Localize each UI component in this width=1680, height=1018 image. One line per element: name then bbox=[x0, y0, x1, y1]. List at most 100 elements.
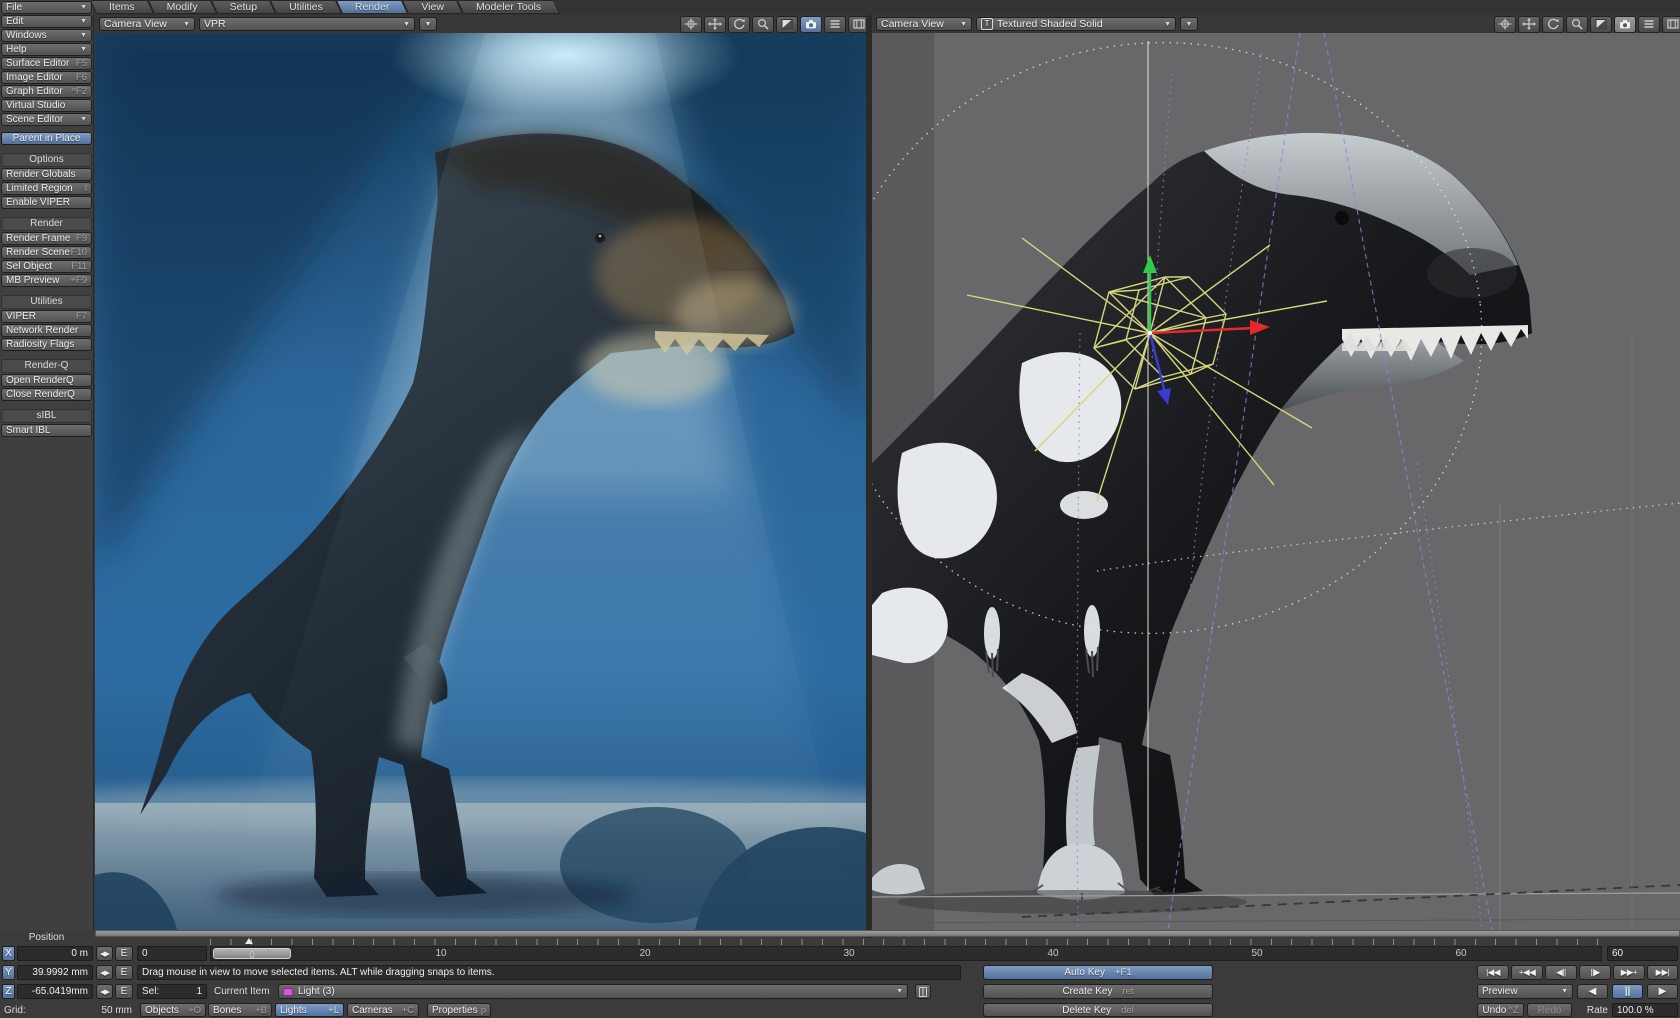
cameras-mode-button[interactable]: Cameras+C bbox=[347, 1003, 419, 1017]
smart-ibl-button[interactable]: Smart IBL bbox=[1, 424, 92, 437]
tab-utilities[interactable]: Utilities bbox=[276, 0, 336, 14]
redo-button[interactable]: Redo bbox=[1527, 1003, 1572, 1017]
step-back-button[interactable]: ◀|| bbox=[1545, 965, 1577, 980]
zoom-button[interactable] bbox=[752, 16, 774, 33]
timeline-ruler[interactable]: 0 10 20 30 40 50 60 bbox=[210, 946, 1602, 961]
render-scene-button[interactable]: Render SceneF10 bbox=[1, 246, 92, 259]
radiosity-flags-button[interactable]: Radiosity Flags bbox=[1, 338, 92, 351]
play-forward-button[interactable]: ▶ bbox=[1647, 984, 1678, 999]
pause-button[interactable]: || bbox=[1612, 984, 1643, 999]
position-x-field[interactable]: 0 m bbox=[17, 946, 93, 961]
camera-view-button[interactable] bbox=[1614, 16, 1636, 33]
graph-editor-button[interactable]: Graph Editor^F2 bbox=[1, 85, 92, 98]
image-editor-button[interactable]: Image EditorF6 bbox=[1, 71, 92, 84]
right-view-type-dropdown[interactable]: Camera View▼ bbox=[876, 17, 972, 31]
envelope-y-button[interactable]: E bbox=[115, 965, 133, 980]
previous-keyframe-button[interactable]: +◀◀ bbox=[1511, 965, 1543, 980]
delete-key-button[interactable]: Delete Keydel bbox=[983, 1003, 1213, 1017]
left-viewport-options-dropdown[interactable]: ▼ bbox=[419, 17, 437, 31]
minmax-viewport-button[interactable] bbox=[1590, 16, 1612, 33]
dope-track-button[interactable] bbox=[915, 984, 931, 999]
pan-button[interactable] bbox=[704, 16, 726, 33]
tab-modeler-tools[interactable]: Modeler Tools bbox=[463, 0, 554, 14]
envelope-x-button[interactable]: E bbox=[115, 946, 133, 961]
sel-value: 1 bbox=[196, 986, 202, 997]
current-frame-field[interactable]: 0 bbox=[137, 946, 207, 961]
viper-button[interactable]: VIPERF7 bbox=[1, 310, 92, 323]
surface-editor-button[interactable]: Surface EditorF5 bbox=[1, 57, 92, 70]
viewport-list-button[interactable] bbox=[824, 16, 846, 33]
right-viewport-opengl[interactable] bbox=[872, 33, 1680, 930]
pan-button[interactable] bbox=[1518, 16, 1540, 33]
menu-windows[interactable]: Windows▼ bbox=[1, 29, 92, 42]
center-item-button[interactable] bbox=[680, 16, 702, 33]
lights-mode-button[interactable]: Lights+L bbox=[275, 1003, 344, 1017]
nudge-x-button[interactable]: ◀▶ bbox=[96, 946, 113, 961]
right-viewport-options-dropdown[interactable]: ▼ bbox=[1180, 17, 1198, 31]
tab-setup[interactable]: Setup bbox=[217, 0, 270, 14]
zoom-button[interactable] bbox=[1566, 16, 1588, 33]
tab-view[interactable]: View bbox=[408, 0, 457, 14]
step-forward-button[interactable]: ||▶ bbox=[1579, 965, 1611, 980]
horizontal-scrollbar[interactable] bbox=[95, 930, 1680, 937]
objects-mode-button[interactable]: Objects+O bbox=[140, 1003, 206, 1017]
parent-in-place-button[interactable]: Parent in Place bbox=[1, 132, 92, 145]
render-frame-button[interactable]: Render FrameF9 bbox=[1, 232, 92, 245]
enable-viper-button[interactable]: Enable VIPER bbox=[1, 196, 92, 209]
scene-editor-button[interactable]: Scene Editor▼ bbox=[1, 113, 92, 126]
bones-mode-button[interactable]: Bones+B bbox=[208, 1003, 272, 1017]
network-render-button[interactable]: Network Render bbox=[1, 324, 92, 337]
next-keyframe-button[interactable]: ▶▶+ bbox=[1613, 965, 1645, 980]
position-panel-title: Position bbox=[0, 930, 93, 944]
center-item-button[interactable] bbox=[1494, 16, 1516, 33]
end-frame-field[interactable]: 60 bbox=[1607, 946, 1678, 961]
frame-slider-handle[interactable]: 0 bbox=[213, 948, 291, 959]
left-view-type-dropdown[interactable]: Camera View▼ bbox=[99, 17, 195, 31]
open-renderq-button[interactable]: Open RenderQ bbox=[1, 374, 92, 387]
properties-button[interactable]: Propertiesp bbox=[427, 1003, 491, 1017]
mb-preview-button[interactable]: MB Preview+F9 bbox=[1, 274, 92, 287]
axis-z-chip[interactable]: Z bbox=[2, 984, 15, 999]
button-label: Parent in Place bbox=[13, 133, 81, 145]
axis-y-chip[interactable]: Y bbox=[2, 965, 15, 980]
tab-render[interactable]: Render bbox=[342, 0, 402, 14]
nudge-y-button[interactable]: ◀▶ bbox=[96, 965, 113, 980]
menu-file[interactable]: File▼ bbox=[1, 1, 92, 14]
rate-value: 100.0 % bbox=[1617, 1005, 1654, 1016]
create-key-button[interactable]: Create Keyret bbox=[983, 984, 1213, 999]
left-viewport-vpr[interactable] bbox=[95, 33, 866, 930]
sel-object-button[interactable]: Sel ObjectF11 bbox=[1, 260, 92, 273]
left-render-mode-dropdown[interactable]: VPR▼ bbox=[199, 17, 415, 31]
shortcut-key: +O bbox=[188, 1005, 201, 1016]
rotate-button[interactable] bbox=[728, 16, 750, 33]
render-globals-button[interactable]: Render Globals bbox=[1, 168, 92, 181]
viewport-list-button[interactable] bbox=[1638, 16, 1660, 33]
virtual-studio-button[interactable]: Virtual Studio bbox=[1, 99, 92, 112]
preview-dropdown[interactable]: Preview▼ bbox=[1477, 984, 1573, 999]
menu-edit[interactable]: Edit▼ bbox=[1, 15, 92, 28]
frame-range-button[interactable] bbox=[1662, 16, 1680, 33]
close-renderq-button[interactable]: Close RenderQ bbox=[1, 388, 92, 401]
envelope-z-button[interactable]: E bbox=[115, 984, 133, 999]
rate-field[interactable]: 100.0 % bbox=[1612, 1003, 1678, 1017]
current-item-dropdown[interactable]: Light (3) ▼ bbox=[278, 984, 908, 999]
tab-modify[interactable]: Modify bbox=[154, 0, 211, 14]
position-z-field[interactable]: -65.0419mm bbox=[17, 984, 93, 999]
move-arrows-icon bbox=[708, 18, 722, 30]
minmax-viewport-button[interactable] bbox=[776, 16, 798, 33]
undo-button[interactable]: Undo^Z bbox=[1477, 1003, 1524, 1017]
rotate-button[interactable] bbox=[1542, 16, 1564, 33]
position-y-field[interactable]: 39.9992 mm bbox=[17, 965, 93, 980]
go-to-first-frame-button[interactable]: |◀◀ bbox=[1477, 965, 1509, 980]
axis-x-chip[interactable]: X bbox=[2, 946, 15, 961]
play-backward-button[interactable]: ◀ bbox=[1577, 984, 1608, 999]
nudge-z-button[interactable]: ◀▶ bbox=[96, 984, 113, 999]
tab-items[interactable]: Items bbox=[96, 0, 148, 14]
play-backward-icon: ◀ bbox=[1589, 986, 1597, 997]
right-render-mode-dropdown[interactable]: TTextured Shaded Solid▼ bbox=[976, 17, 1176, 31]
go-to-last-frame-button[interactable]: ▶▶| bbox=[1647, 965, 1678, 980]
camera-view-button[interactable] bbox=[800, 16, 822, 33]
limited-region-button[interactable]: Limited Regionl bbox=[1, 182, 92, 195]
menu-help[interactable]: Help▼ bbox=[1, 43, 92, 56]
auto-key-button[interactable]: Auto Key+F1 bbox=[983, 965, 1213, 980]
